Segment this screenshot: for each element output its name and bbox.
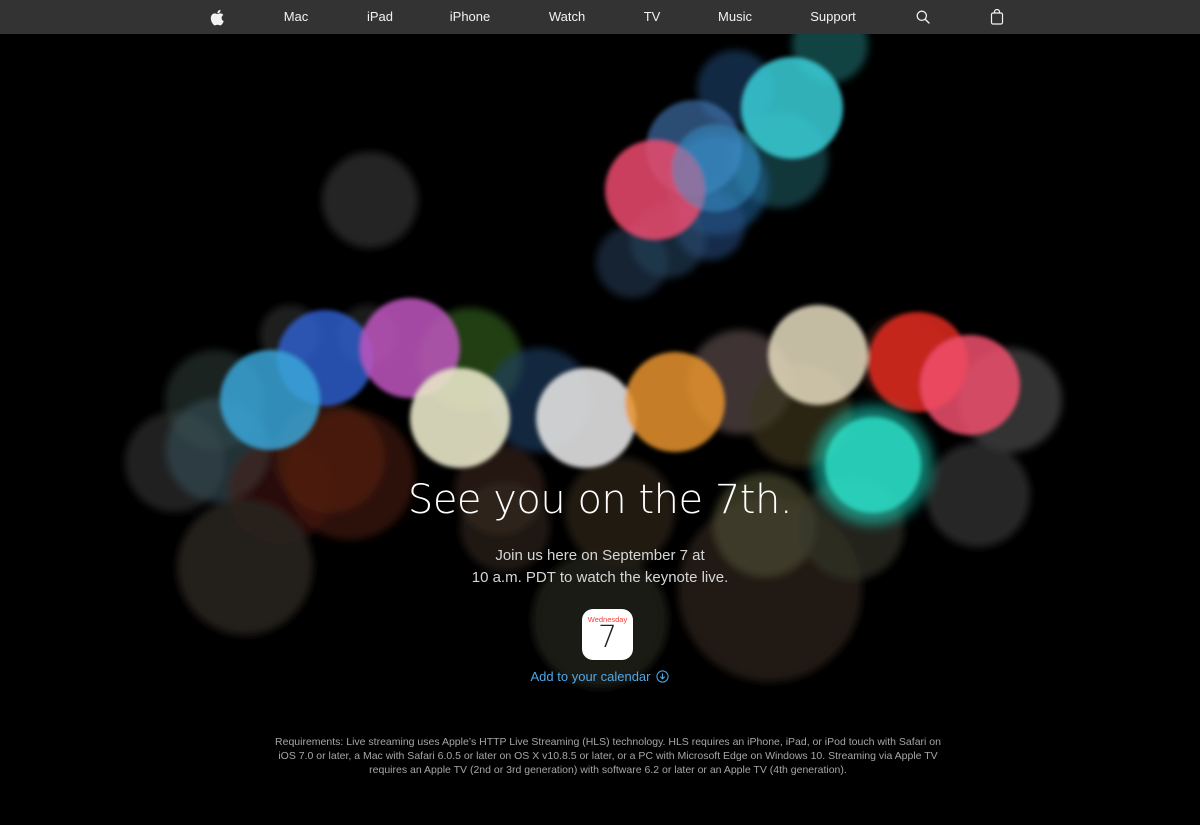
download-circle-icon — [656, 670, 670, 683]
nav-item-music[interactable]: Music — [718, 0, 752, 34]
nav-item-iphone[interactable]: iPhone — [450, 0, 490, 34]
event-description-line-2: 10 a.m. PDT to watch the keynote live. — [471, 569, 729, 586]
shopping-bag-icon[interactable] — [990, 0, 1004, 34]
add-to-calendar-link[interactable]: Add to your calendar — [0, 669, 1200, 684]
add-to-calendar-label: Add to your calendar — [530, 669, 651, 684]
global-nav: Mac iPad iPhone Watch TV Music Support — [0, 0, 1200, 34]
event-description: Join us here on September 7 at 10 a.m. P… — [0, 545, 1200, 589]
event-description-line-1: Join us here on September 7 at — [495, 547, 705, 564]
nav-item-tv[interactable]: TV — [644, 0, 661, 34]
calendar-icon[interactable]: Wednesday 7 — [582, 609, 633, 660]
page-title: See you on the 7th. — [407, 477, 793, 523]
nav-item-mac[interactable]: Mac — [284, 0, 309, 34]
nav-item-watch[interactable]: Watch — [549, 0, 585, 34]
calendar-date: 7 — [597, 620, 618, 655]
event-page: Mac iPad iPhone Watch TV Music Support S… — [0, 0, 1200, 825]
streaming-requirements: Requirements: Live streaming uses Apple’… — [275, 736, 941, 776]
apple-logo-icon[interactable] — [210, 0, 224, 34]
nav-item-support[interactable]: Support — [810, 0, 856, 34]
search-icon[interactable] — [916, 0, 930, 34]
nav-item-ipad[interactable]: iPad — [367, 0, 393, 34]
bokeh-background-artwork — [0, 34, 1200, 825]
